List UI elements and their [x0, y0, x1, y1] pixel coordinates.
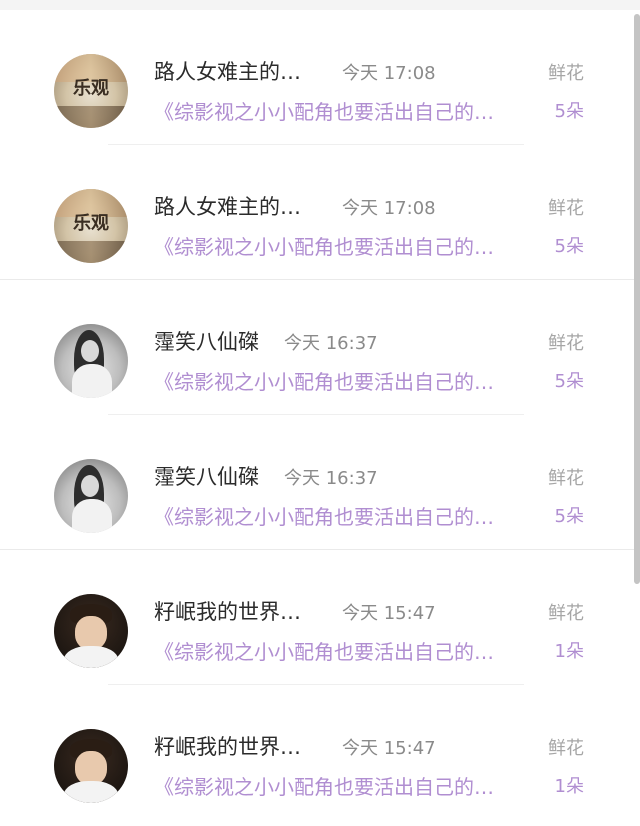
user-avatar[interactable]	[54, 594, 128, 668]
avatar-body-shape	[64, 781, 118, 803]
avatar-body-shape	[64, 646, 118, 668]
timestamp: 今天 16:37	[284, 468, 378, 489]
gift-count: 1朵	[554, 641, 584, 662]
top-strip	[0, 0, 640, 10]
timestamp: 今天 17:08	[342, 198, 436, 219]
avatar-face-shape	[75, 751, 107, 785]
user-avatar[interactable]: 乐观	[54, 189, 128, 263]
list-item[interactable]: 籽岷我的世界… 今天 15:47 鲜花 《综影视之小小配角也要活出自己的… 1朵	[0, 685, 634, 820]
list-item[interactable]: 霪笑八仙磔 今天 16:37 鲜花 《综影视之小小配角也要活出自己的… 5朵	[0, 415, 634, 550]
user-avatar[interactable]: 乐观	[54, 54, 128, 128]
timestamp: 今天 15:47	[342, 738, 436, 759]
list-item[interactable]: 霪笑八仙磔 今天 16:37 鲜花 《综影视之小小配角也要活出自己的… 5朵	[0, 280, 634, 415]
gift-type-label: 鲜花	[548, 738, 584, 759]
user-name[interactable]: 霪笑八仙磔	[154, 461, 259, 491]
gift-count: 5朵	[554, 236, 584, 257]
gift-type-label: 鲜花	[548, 468, 584, 489]
gift-type-label: 鲜花	[548, 603, 584, 624]
avatar-text: 乐观	[73, 78, 109, 99]
book-title[interactable]: 《综影视之小小配角也要活出自己的…	[154, 231, 494, 260]
book-title[interactable]: 《综影视之小小配角也要活出自己的…	[154, 366, 494, 395]
gift-count: 5朵	[554, 101, 584, 122]
scrollbar[interactable]	[634, 14, 640, 584]
book-title[interactable]: 《综影视之小小配角也要活出自己的…	[154, 501, 494, 530]
timestamp: 今天 16:37	[284, 333, 378, 354]
user-name[interactable]: 路人女难主的…	[154, 191, 301, 221]
list-item[interactable]: 乐观 路人女难主的… 今天 17:08 鲜花 《综影视之小小配角也要活出自己的……	[0, 145, 634, 280]
gift-count: 5朵	[554, 371, 584, 392]
user-name[interactable]: 籽岷我的世界…	[154, 596, 301, 626]
book-title[interactable]: 《综影视之小小配角也要活出自己的…	[154, 96, 494, 125]
user-avatar[interactable]	[54, 729, 128, 803]
avatar-body-shape	[72, 364, 112, 398]
gift-type-label: 鲜花	[548, 333, 584, 354]
avatar-face-shape	[81, 475, 99, 497]
avatar-text: 乐观	[73, 213, 109, 234]
gift-type-label: 鲜花	[548, 63, 584, 84]
user-avatar[interactable]	[54, 324, 128, 398]
gift-count: 1朵	[554, 776, 584, 797]
user-name[interactable]: 霪笑八仙磔	[154, 326, 259, 356]
avatar-face-shape	[81, 340, 99, 362]
user-name[interactable]: 路人女难主的…	[154, 56, 301, 86]
gift-record-list: 乐观 路人女难主的… 今天 17:08 鲜花 《综影视之小小配角也要活出自己的……	[0, 10, 634, 820]
avatar-face-shape	[75, 616, 107, 650]
user-avatar[interactable]	[54, 459, 128, 533]
gift-count: 5朵	[554, 506, 584, 527]
book-title[interactable]: 《综影视之小小配角也要活出自己的…	[154, 636, 494, 665]
gift-type-label: 鲜花	[548, 198, 584, 219]
book-title[interactable]: 《综影视之小小配角也要活出自己的…	[154, 771, 494, 800]
timestamp: 今天 17:08	[342, 63, 436, 84]
list-item[interactable]: 籽岷我的世界… 今天 15:47 鲜花 《综影视之小小配角也要活出自己的… 1朵	[0, 550, 634, 685]
timestamp: 今天 15:47	[342, 603, 436, 624]
list-item[interactable]: 乐观 路人女难主的… 今天 17:08 鲜花 《综影视之小小配角也要活出自己的……	[0, 10, 634, 145]
user-name[interactable]: 籽岷我的世界…	[154, 731, 301, 761]
avatar-body-shape	[72, 499, 112, 533]
